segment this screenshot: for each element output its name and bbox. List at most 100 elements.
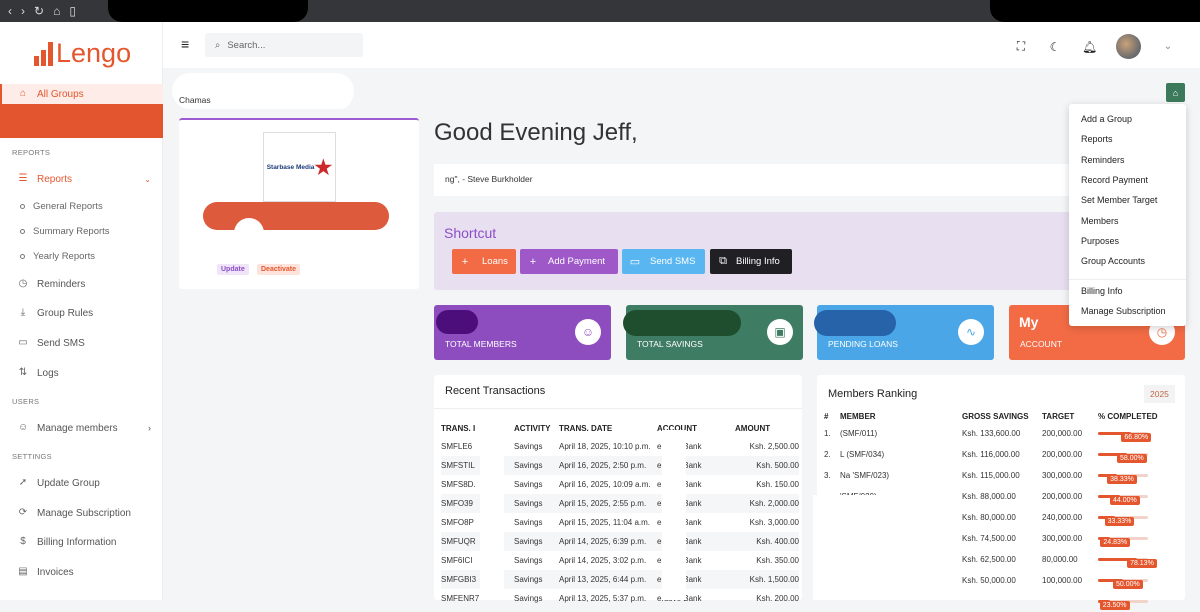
year-selector[interactable]: 2025 (1144, 385, 1175, 403)
fullscreen-icon[interactable]: ⛶ (1014, 39, 1028, 54)
table-cell: April 13, 2025, 5:37 p.m. (559, 594, 647, 603)
sidebar-item-update-group[interactable]: ➚ Update Group (0, 473, 163, 493)
percent-badge: 33.33% (1104, 517, 1135, 526)
bell-icon[interactable]: 🔔︎ (1082, 40, 1097, 54)
rocket-icon: ➚ (18, 477, 28, 488)
back-icon[interactable]: ‹ (8, 4, 12, 18)
table-cell: 200,000.00 (1042, 450, 1083, 459)
table-cell: Ksh. 133,600.00 (962, 429, 1021, 438)
redacted-area (222, 85, 352, 109)
column-header: AMOUNT (735, 423, 771, 433)
dropdown-item[interactable]: Purposes (1081, 236, 1119, 246)
dropdown-item[interactable]: Members (1081, 216, 1119, 226)
redacted-value (623, 310, 741, 336)
card-title: Members Ranking (828, 388, 918, 400)
avatar[interactable] (1116, 34, 1141, 59)
dropdown-item[interactable]: Reports (1081, 134, 1113, 144)
progress-cell: 33.33% (1098, 507, 1180, 528)
sidebar-item-group-rules[interactable]: ⤓ Group Rules (0, 303, 163, 323)
progress-cell: 38.33% (1098, 465, 1180, 486)
loans-button[interactable]: + Loans (452, 249, 516, 274)
bookmark-icon[interactable]: ▯ (69, 4, 76, 18)
logs-icon: ⇅ (18, 367, 28, 378)
redacted-address-bar (108, 0, 308, 22)
brand-logo[interactable]: Lengo (34, 38, 132, 68)
sidebar-item-label: Invoices (37, 566, 74, 578)
home-icon: ⌂ (19, 88, 27, 99)
billing-info-button[interactable]: ⧉ Billing Info (710, 249, 792, 274)
sidebar-item-label: Reports (37, 173, 73, 185)
table-cell: Savings (514, 556, 543, 565)
add-payment-button[interactable]: + Add Payment (520, 249, 618, 274)
search-input[interactable]: ⌕ Search... (205, 33, 363, 57)
home-icon[interactable]: ⌂ (1166, 83, 1185, 102)
message-icon: ▭ (18, 337, 28, 348)
dropdown-item[interactable]: Billing Info (1081, 286, 1123, 296)
download-icon: ⤓ (20, 307, 26, 318)
stat-pending-loans: PENDING LOANS ∿ (814, 305, 994, 360)
redacted-column (480, 425, 504, 600)
table-cell: Ksh. 74,500.00 (962, 534, 1016, 543)
sidebar-item-send-sms[interactable]: ▭ Send SMS (0, 333, 163, 353)
table-cell: Savings (514, 570, 559, 589)
menu-icon[interactable]: ≡ (181, 36, 189, 52)
dark-mode-icon[interactable]: ☾ (1048, 40, 1062, 54)
dropdown-item[interactable]: Add a Group (1081, 114, 1132, 124)
sidebar-item-label: General Reports (33, 201, 103, 212)
group-card: Starbase Media ★ Update Deactivate (179, 118, 419, 289)
table-cell: (SMF/011) (840, 429, 878, 438)
column-header: TRANS. DATE (559, 423, 613, 433)
sidebar-item-label: Group Rules (37, 307, 94, 319)
send-sms-button[interactable]: ▭ Send SMS (622, 249, 705, 274)
redacted-value (814, 310, 896, 336)
sidebar-item-reports[interactable]: ☰ Reports ⌄ (0, 169, 163, 189)
ranking-row[interactable]: 1. (SMF/011) Ksh. 133,600.00 200,000.00 66.8… (824, 423, 1180, 444)
sidebar-item-label: Manage Subscription (37, 507, 131, 519)
sidebar-item-label: Manage members (37, 422, 118, 434)
dropdown-item[interactable]: Set Member Target (1081, 195, 1157, 205)
table-cell: Na 'SMF/023) (840, 471, 890, 480)
home-icon[interactable]: ⌂ (53, 4, 60, 18)
table-cell: 2. (824, 450, 831, 459)
table-cell: Savings (514, 594, 543, 603)
sidebar-item-manage-subscription[interactable]: ⟳ Manage Subscription (0, 503, 163, 523)
dropdown-item[interactable]: Reminders (1081, 155, 1125, 165)
sidebar-subitem-yearly-reports[interactable]: Yearly Reports (20, 251, 95, 262)
sidebar-item-label: Logs (37, 367, 59, 379)
quote: ng", - Steve Burkholder (434, 164, 1092, 196)
column-header: ACTIVITY (514, 423, 551, 433)
sidebar-item-logs[interactable]: ⇅ Logs (0, 363, 163, 383)
section-heading-users: USERS (12, 397, 40, 406)
dropdown-item[interactable]: Record Payment (1081, 175, 1148, 185)
deactivate-button[interactable]: Deactivate (257, 264, 301, 275)
sidebar-item-billing-information[interactable]: $ Billing Information (0, 532, 163, 552)
sidebar-item-manage-members[interactable]: ☺ Manage members › (0, 418, 163, 438)
table-cell: 200,000.00 (1042, 429, 1083, 438)
bullet-icon (20, 254, 25, 259)
brand-name: Lengo (56, 38, 132, 68)
reload-icon[interactable]: ↻ (34, 4, 44, 18)
group-logo: Starbase Media ★ (263, 132, 336, 202)
update-button[interactable]: Update (217, 264, 249, 275)
ranking-row[interactable]: 3. Na 'SMF/023) Ksh. 115,000.00 300,000.00 3… (824, 465, 1180, 486)
dropdown-item[interactable]: Manage Subscription (1081, 306, 1166, 316)
sidebar-subitem-general-reports[interactable]: General Reports (20, 201, 103, 212)
column-header: # (824, 411, 829, 421)
sidebar-item-invoices[interactable]: ▤ Invoices (0, 562, 163, 582)
percent-badge: 24.83% (1100, 538, 1131, 547)
sidebar-item-all-groups[interactable]: ⌂ All Groups (0, 84, 163, 104)
chevron-down-icon[interactable]: ⌄ (1161, 41, 1175, 52)
button-label: Add Payment (548, 256, 606, 267)
forward-icon[interactable]: › (21, 4, 25, 18)
dropdown-item[interactable]: Group Accounts (1081, 256, 1145, 266)
redacted-value (436, 310, 478, 334)
refresh-icon: ⟳ (18, 507, 28, 518)
bullet-icon (20, 204, 25, 209)
ranking-row[interactable]: 2. L (SMF/034) Ksh. 116,000.00 200,000.00 58… (824, 444, 1180, 465)
sidebar-subitem-summary-reports[interactable]: Summary Reports (20, 226, 110, 237)
sidebar-item-reminders[interactable]: ◷ Reminders (0, 274, 163, 294)
shortcut-panel: Shortcut + Loans + Add Payment ▭ Send SMS ⧉… (434, 212, 1084, 290)
table-cell: Savings (514, 532, 559, 551)
percent-badge: 44.00% (1110, 496, 1140, 505)
table-cell: April 15, 2025, 2:55 p.m. (559, 494, 657, 513)
